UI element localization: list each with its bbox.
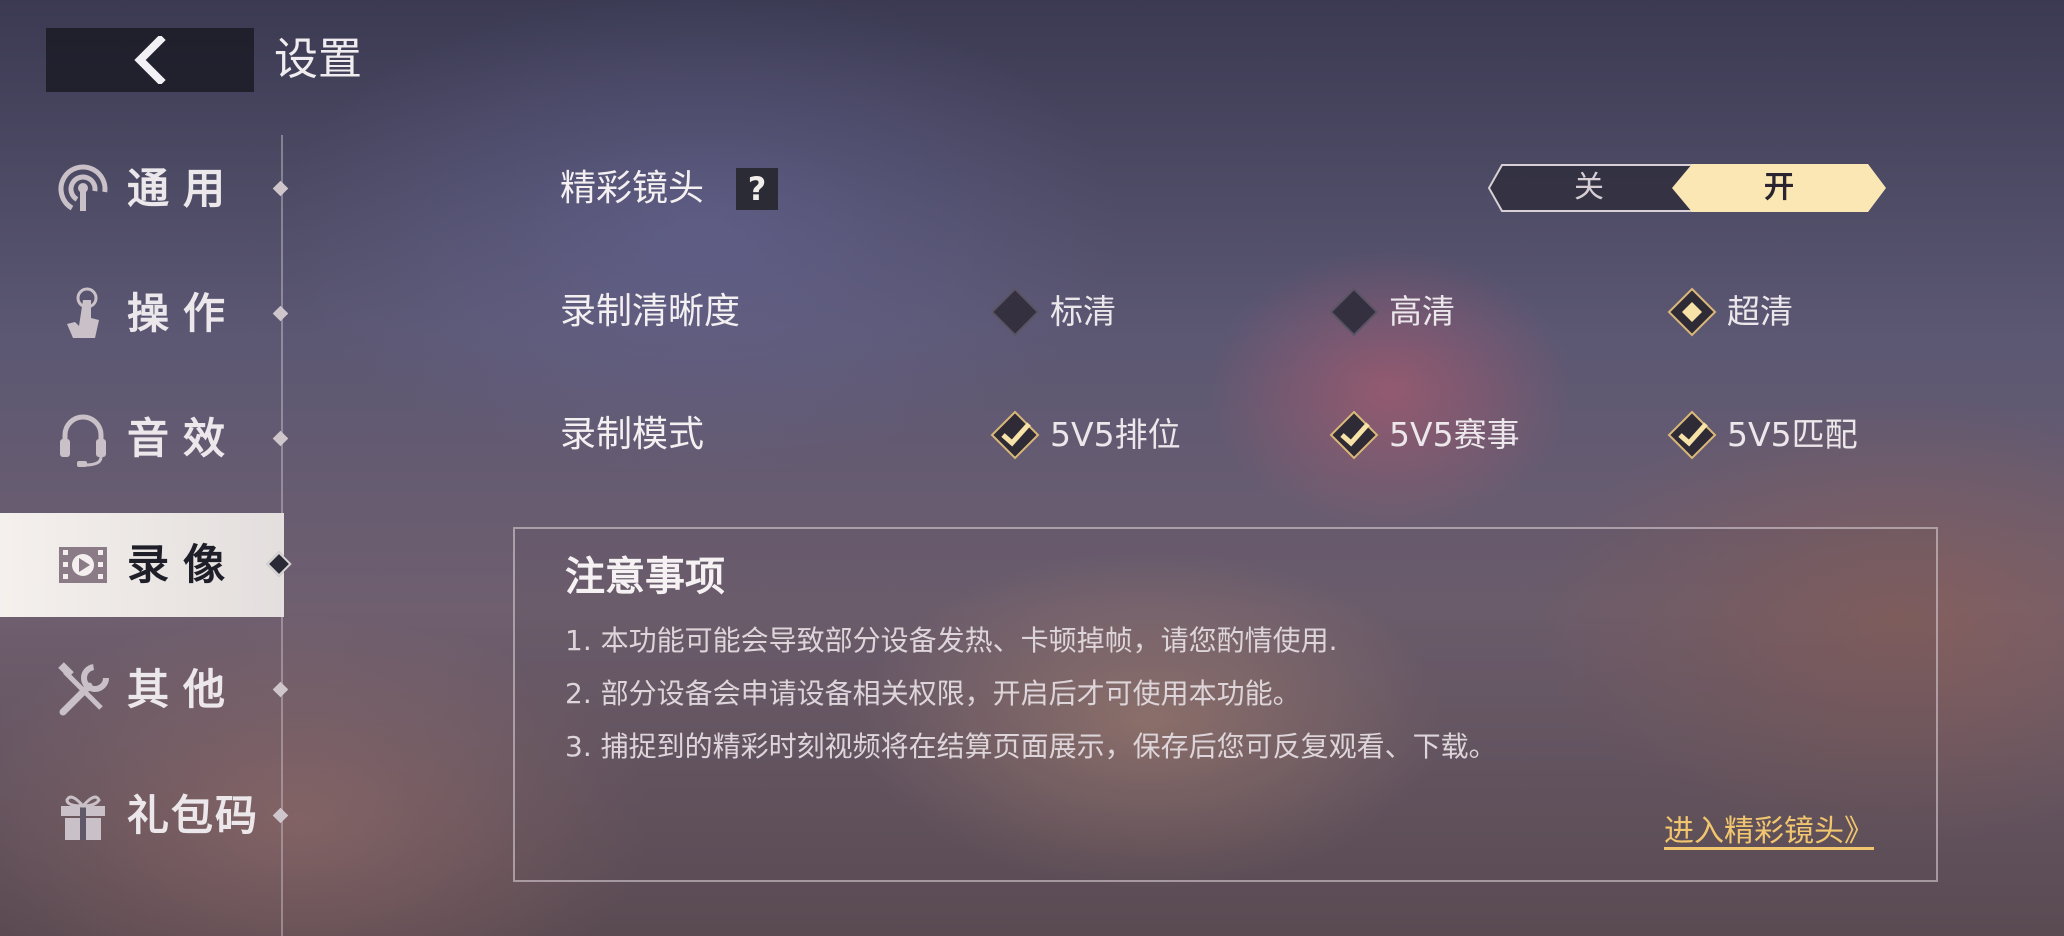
sidebar-diamond xyxy=(272,807,289,824)
toggle-on-label: 开 xyxy=(1764,170,1794,205)
notice-title: 注意事项 xyxy=(565,554,725,600)
film-play-icon xyxy=(59,547,107,583)
sidebar-diamond xyxy=(272,305,289,322)
sidebar-item-label: 操作 xyxy=(127,289,240,338)
tools-icon xyxy=(58,662,109,716)
sidebar-diamond-active xyxy=(266,551,292,577)
sidebar-item-gift-code[interactable]: 礼包码 xyxy=(0,764,289,868)
notice-line: 1. 本功能可能会导致部分设备发热、卡顿掉帧，请您酌情使用. xyxy=(565,624,1338,657)
radio-diamond-selected-icon xyxy=(1667,287,1717,337)
headset-icon xyxy=(60,414,106,467)
help-icon[interactable]: ? xyxy=(736,168,778,210)
sidebar-item-other[interactable]: 其他 xyxy=(0,638,289,742)
sidebar-diamond xyxy=(272,180,289,197)
toggle-on-button[interactable]: 开 xyxy=(1672,164,1886,212)
quality-option-label: 标清 xyxy=(1050,292,1116,331)
sidebar-item-label: 礼包码 xyxy=(127,791,260,840)
enter-highlight-link[interactable]: 进入精彩镜头》 xyxy=(1664,811,1874,853)
notice-panel: 注意事项 1. 本功能可能会导致部分设备发热、卡顿掉帧，请您酌情使用. 2. 部… xyxy=(513,527,1938,882)
radio-diamond-icon xyxy=(990,287,1040,337)
notice-line: 3. 捕捉到的精彩时刻视频将在结算页面展示，保存后您可反复观看、下载。 xyxy=(565,730,1497,763)
toggle-off-label: 关 xyxy=(1574,170,1604,205)
radio-diamond-icon xyxy=(1329,287,1379,337)
mode-option-label: 5V5排位 xyxy=(1050,415,1181,454)
page-title: 设置 xyxy=(274,34,362,85)
sidebar-item-controls[interactable]: 操作 xyxy=(0,262,289,366)
mode-label: 录制模式 xyxy=(560,414,705,455)
sidebar-item-label: 其他 xyxy=(127,665,240,714)
sidebar-item-recording[interactable]: 录像 xyxy=(0,513,292,617)
mode-option-label: 5V5赛事 xyxy=(1389,415,1520,454)
back-button[interactable] xyxy=(46,28,254,92)
highlight-label: 精彩镜头 xyxy=(560,168,705,209)
checkbox-checked-icon xyxy=(1329,410,1379,460)
sidebar-item-sound[interactable]: 音效 xyxy=(0,387,289,491)
gift-icon xyxy=(61,795,105,840)
sidebar-item-label: 通用 xyxy=(127,164,240,213)
sidebar-item-label: 录像 xyxy=(127,540,240,589)
signal-icon xyxy=(58,164,108,214)
sidebar-diamond xyxy=(272,430,289,447)
notice-line: 2. 部分设备会申请设备相关权限，开启后才可使用本功能。 xyxy=(565,677,1301,710)
mode-option-label: 5V5匹配 xyxy=(1727,415,1858,454)
toggle-off-button[interactable]: 关 xyxy=(1488,164,1700,212)
quality-option-label: 高清 xyxy=(1389,292,1455,331)
checkbox-checked-icon xyxy=(990,410,1040,460)
checkbox-checked-icon xyxy=(1667,410,1717,460)
quality-option-label: 超清 xyxy=(1727,292,1793,331)
sidebar-item-label: 音效 xyxy=(127,414,240,463)
hand-tap-icon xyxy=(67,287,99,338)
sidebar-item-general[interactable]: 通用 xyxy=(0,137,289,241)
sidebar-diamond xyxy=(272,681,289,698)
quality-label: 录制清晰度 xyxy=(560,291,741,332)
chevron-left-icon xyxy=(134,36,166,84)
